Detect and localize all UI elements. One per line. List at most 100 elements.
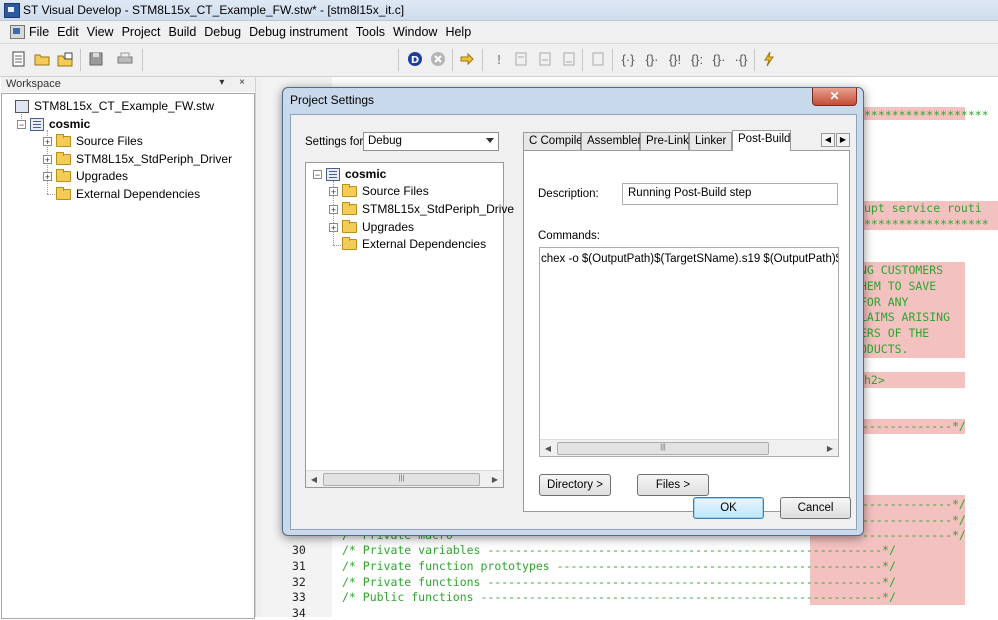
expand-icon[interactable]: + — [329, 186, 338, 196]
open-folder-icon[interactable] — [33, 50, 51, 68]
ok-button[interactable]: OK — [693, 497, 764, 519]
dialog-folder-label: STM8L15x_StdPeriph_Drive — [362, 202, 515, 216]
document-icon[interactable] — [589, 50, 607, 68]
workspace-header-buttons[interactable]: ▾ × — [219, 77, 251, 88]
scroll-thumb[interactable]: ||| — [323, 473, 480, 486]
code-fragment: h2> — [864, 373, 885, 387]
folder-icon — [56, 151, 71, 165]
dialog-project-item[interactable]: − cosmic — [313, 166, 386, 182]
menu-view[interactable]: View — [87, 25, 114, 39]
app-icon — [4, 3, 20, 18]
braces-icon[interactable]: {}: — [688, 50, 706, 68]
expand-icon[interactable]: + — [329, 204, 338, 214]
settings-for-label: Settings for: — [305, 136, 367, 148]
braces-icon[interactable]: ·{} — [732, 50, 750, 68]
menu-help[interactable]: Help — [445, 25, 471, 39]
close-button[interactable]: ✕ — [812, 88, 857, 106]
workspace-tree[interactable]: STM8L15x_CT_Example_FW.stw − cosmic + So… — [1, 93, 255, 619]
post-build-panel: Description: Running Post-Build step Com… — [523, 150, 850, 512]
menu-file[interactable]: File — [29, 25, 49, 39]
cancel-button[interactable]: Cancel — [780, 497, 851, 519]
workspace-root-item[interactable]: STM8L15x_CT_Example_FW.stw — [15, 98, 214, 114]
code-fragment: ERS OF THE — [860, 326, 930, 340]
expand-icon[interactable]: + — [43, 136, 52, 146]
folder-item-stdperiph-driver[interactable]: + STM8L15x_StdPeriph_Driver — [43, 151, 232, 167]
folder-item-upgrades[interactable]: + Upgrades — [43, 168, 128, 184]
tab-linker[interactable]: Linker — [689, 132, 732, 150]
dialog-folder-item[interactable]: + STM8L15x_StdPeriph_Drive — [329, 201, 514, 217]
document-menu-icon[interactable] — [10, 25, 25, 39]
menu-debug[interactable]: Debug — [204, 25, 241, 39]
folder-label: External Dependencies — [76, 187, 201, 201]
code-fragment: -------------*/ — [862, 528, 966, 542]
scroll-thumb[interactable]: ||| — [557, 442, 769, 455]
folder-label: Upgrades — [76, 169, 129, 183]
toolbar-separator — [582, 49, 583, 71]
panel-splitter[interactable] — [255, 77, 262, 617]
menu-tools[interactable]: Tools — [356, 25, 385, 39]
dialog-folder-item[interactable]: External Dependencies — [342, 236, 486, 252]
folder-item-source-files[interactable]: + Source Files — [43, 133, 143, 149]
lightning-icon[interactable] — [760, 50, 778, 68]
document-icon[interactable] — [560, 50, 578, 68]
settings-for-select[interactable]: Debug — [363, 132, 499, 151]
line-number: 31 — [292, 559, 306, 573]
menu-debug-instrument[interactable]: Debug instrument — [249, 25, 348, 39]
folder-label: Source Files — [76, 134, 143, 148]
scroll-right-icon[interactable]: ▶ — [487, 471, 503, 487]
expand-icon[interactable]: + — [329, 222, 338, 232]
open-workspace-icon[interactable] — [56, 50, 74, 68]
line-number: 34 — [292, 606, 306, 620]
document-icon[interactable] — [536, 50, 554, 68]
debug-start-icon[interactable]: D — [406, 50, 424, 68]
print-icon[interactable] — [116, 50, 134, 68]
code-fragment: ****************** — [864, 108, 989, 122]
expand-icon[interactable]: + — [43, 171, 52, 181]
arrow-right-icon[interactable] — [458, 50, 476, 68]
project-label: cosmic — [49, 117, 91, 131]
menu-project[interactable]: Project — [122, 25, 161, 39]
folder-icon — [56, 168, 71, 182]
breakpoint-icon[interactable]: ! — [490, 50, 508, 68]
collapse-icon[interactable]: − — [17, 119, 26, 129]
toolbar-separator — [754, 49, 755, 71]
project-tree[interactable]: − cosmic + Source Files + STM8L15x_StdPe… — [305, 162, 514, 488]
collapse-icon[interactable]: − — [313, 169, 322, 179]
workspace-header: Workspace ▾ × — [1, 77, 257, 92]
tab-assembler[interactable]: Assembler — [581, 132, 641, 150]
menu-edit[interactable]: Edit — [57, 25, 79, 39]
braces-icon[interactable]: {}· — [643, 50, 661, 68]
project-item-cosmic[interactable]: − cosmic — [17, 116, 90, 132]
braces-icon[interactable]: {}· — [710, 50, 728, 68]
tree-horizontal-scrollbar[interactable]: ◀ ||| ▶ — [306, 470, 503, 487]
stop-icon[interactable] — [429, 50, 447, 68]
files-button[interactable]: Files > — [637, 474, 709, 496]
save-icon[interactable] — [87, 50, 105, 68]
scroll-right-icon[interactable]: ▶ — [822, 440, 838, 456]
dialog-folder-item[interactable]: + Source Files — [329, 183, 429, 199]
dropdown-arrow-icon[interactable] — [486, 138, 494, 143]
expand-icon[interactable]: + — [43, 154, 52, 164]
tab-post-build[interactable]: Post-Build — [732, 130, 791, 151]
menu-window[interactable]: Window — [393, 25, 437, 39]
step-icon[interactable] — [512, 50, 530, 68]
dialog-body: Settings for: Debug − cosmic + Source Fi… — [290, 114, 857, 530]
code-fragment: ****************** — [864, 217, 989, 231]
new-file-icon[interactable] — [10, 50, 28, 68]
folder-item-external-dependencies[interactable]: External Dependencies — [56, 186, 200, 202]
scroll-left-icon[interactable]: ◀ — [540, 440, 556, 456]
braces-icon[interactable]: {}! — [666, 50, 684, 68]
scroll-left-icon[interactable]: ◀ — [306, 471, 322, 487]
braces-icon[interactable]: {·} — [619, 50, 637, 68]
tab-scroll-right-icon[interactable]: ▶ — [836, 133, 850, 147]
menu-build[interactable]: Build — [168, 25, 196, 39]
commands-textarea[interactable]: chex -o $(OutputPath)$(TargetSName).s19 … — [539, 247, 839, 457]
commands-horizontal-scrollbar[interactable]: ◀ ||| ▶ — [540, 439, 838, 456]
code-fragment: FOR ANY — [860, 295, 909, 309]
tab-scroll-left-icon[interactable]: ◀ — [821, 133, 835, 147]
directory-button[interactable]: Directory > — [539, 474, 611, 496]
dialog-folder-item[interactable]: + Upgrades — [329, 219, 414, 235]
tab-pre-link[interactable]: Pre-Link — [640, 132, 689, 150]
description-input[interactable]: Running Post-Build step — [622, 183, 838, 205]
tab-c-compiler[interactable]: C Compiler — [523, 132, 587, 150]
